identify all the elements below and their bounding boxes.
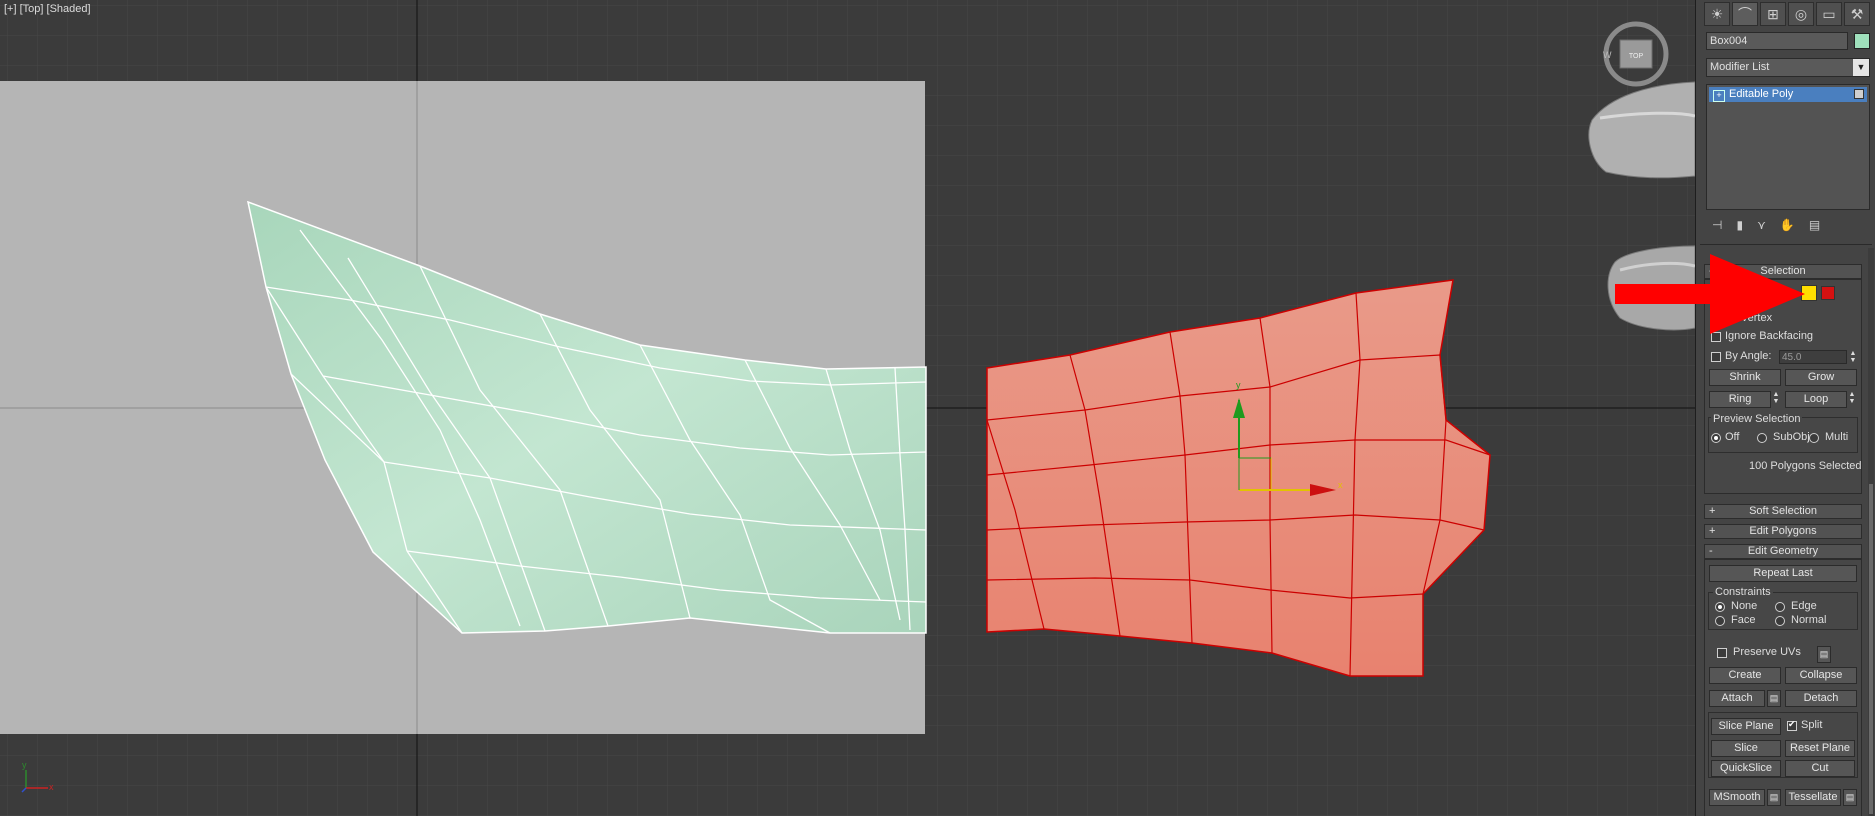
rollout-edit-geometry-header[interactable]: - Edit Geometry [1704,544,1862,559]
viewport-plus-menu[interactable]: [+] [4,3,17,15]
gizmo-x-label: x [1338,480,1343,490]
rollout-soft-selection-header[interactable]: + Soft Selection [1704,504,1862,519]
hierarchy-tab-icon[interactable]: ⊞ [1760,2,1786,26]
reset-plane-button[interactable]: Reset Plane [1785,740,1855,757]
svg-text:W: W [1603,50,1612,60]
rollout-edit-polygons-header[interactable]: + Edit Polygons [1704,524,1862,539]
split-checkbox[interactable] [1787,719,1797,731]
create-tab-icon[interactable]: ☀ [1704,2,1730,26]
stack-item-label: Editable Poly [1729,88,1794,100]
constraint-normal-label: Normal [1791,614,1827,626]
chevron-down-icon: ▼ [1853,59,1869,76]
edit-geometry-title: Edit Geometry [1747,545,1819,557]
viewport-label: [+] [Top] [Shaded] [4,3,91,15]
attach-button[interactable]: Attach [1709,690,1765,707]
create-button[interactable]: Create [1709,667,1781,684]
command-panel: ☀ ⌒ ⊞ ◎ ▭ ⚒ Box004 Modifier List ▼ + Edit… [1695,0,1875,816]
preview-off-radio[interactable] [1711,433,1721,443]
object-name-field[interactable]: Box004 [1706,32,1848,50]
expand-icon[interactable]: + [1713,90,1725,102]
viewport-view-menu[interactable]: [Top] [20,3,44,15]
preview-selection-title: Preview Selection [1711,413,1803,425]
modifier-list-label: Modifier List [1710,61,1770,73]
ring-button[interactable]: Ring [1709,391,1771,408]
gizmo-y-label: y [1236,380,1241,390]
angle-field[interactable]: 45.0 [1779,350,1847,364]
quickslice-button[interactable]: QuickSlice [1711,760,1781,777]
viewport-canvas[interactable]: y x TOP W y x [0,0,1695,816]
preview-subobj-label: SubObj [1773,431,1810,443]
tessellate-button[interactable]: Tessellate [1785,789,1841,806]
shrink-button[interactable]: Shrink [1709,369,1781,386]
collapse-button[interactable]: Collapse [1785,667,1857,684]
slice-plane-button[interactable]: Slice Plane [1711,718,1781,735]
edit-polygons-title: Edit Polygons [1749,525,1817,537]
panel-scrollbar[interactable] [1868,248,1874,816]
make-unique-icon[interactable]: ⋎ [1757,218,1766,236]
constraint-face-radio[interactable] [1715,616,1725,626]
preserve-uvs-settings-icon[interactable]: ▤ [1817,646,1831,663]
loop-spinner[interactable]: ▲ ▼ [1848,391,1856,406]
preview-off-label: Off [1725,431,1740,443]
rollout-edit-geometry: Repeat Last Constraints None Edge Face N… [1704,559,1862,816]
annotation-arrow-icon [1615,254,1805,334]
tessellate-settings-icon[interactable]: ▤ [1843,789,1857,806]
modifier-toggle-icon[interactable] [1854,89,1864,99]
preview-subobj-radio[interactable] [1757,433,1767,443]
constraint-none-radio[interactable] [1715,602,1725,612]
constraints-title: Constraints [1713,586,1773,598]
viewcube-label: TOP [1629,53,1644,60]
soft-selection-title: Soft Selection [1749,505,1817,517]
constraint-normal-radio[interactable] [1775,616,1785,626]
scrollbar-thumb[interactable] [1869,484,1873,814]
angle-spinner[interactable]: ▲ ▼ [1849,350,1857,365]
configure-sets-icon[interactable]: ▤ [1809,218,1820,236]
preserve-uvs-label: Preserve UVs [1733,646,1801,658]
split-label: Split [1801,719,1823,731]
by-angle-checkbox[interactable] [1711,352,1721,362]
constraint-face-label: Face [1731,614,1756,626]
msmooth-button[interactable]: MSmooth [1709,789,1765,806]
modify-tab-icon[interactable]: ⌒ [1732,2,1758,26]
utilities-tab-icon[interactable]: ⚒ [1844,2,1870,26]
command-tabs: ☀ ⌒ ⊞ ◎ ▭ ⚒ [1704,2,1870,26]
loop-button[interactable]: Loop [1785,391,1847,408]
viewport-top[interactable]: [+] [Top] [Shaded] y x TOP W y x [0,0,1695,816]
grow-button[interactable]: Grow [1785,369,1857,386]
display-tab-icon[interactable]: ▭ [1816,2,1842,26]
selection-status: 100 Polygons Selected [1749,460,1862,472]
show-end-result-icon[interactable]: ▮ [1736,218,1743,236]
slice-button[interactable]: Slice [1711,740,1781,757]
stack-item-editable-poly[interactable]: + Editable Poly [1709,87,1867,102]
by-angle-label: By Angle: [1725,350,1772,362]
preserve-uvs-checkbox[interactable] [1717,648,1727,658]
element-subobject-icon[interactable] [1821,286,1835,300]
detach-button[interactable]: Detach [1785,690,1857,707]
stack-tools: ⊣ ▮ ⋎ ✋ ▤ [1706,218,1870,236]
object-color-swatch[interactable] [1854,33,1870,49]
tripod-x-label: x [49,782,54,792]
cut-button[interactable]: Cut [1785,760,1855,777]
viewport-shading-menu[interactable]: [Shaded] [47,3,91,15]
pin-stack-icon[interactable]: ⊣ [1712,218,1722,236]
attach-list-icon[interactable]: ▤ [1767,690,1781,707]
remove-modifier-icon[interactable]: ✋ [1780,218,1795,236]
repeat-last-button[interactable]: Repeat Last [1709,565,1857,582]
motion-tab-icon[interactable]: ◎ [1788,2,1814,26]
modifier-list-dropdown[interactable]: Modifier List ▼ [1706,58,1870,77]
preview-multi-label: Multi [1825,431,1849,443]
preview-multi-radio[interactable] [1809,433,1819,443]
constraint-edge-radio[interactable] [1775,602,1785,612]
msmooth-settings-icon[interactable]: ▤ [1767,789,1781,806]
constraint-none-label: None [1731,600,1758,612]
constraint-edge-label: Edge [1791,600,1817,612]
ring-spinner[interactable]: ▲ ▼ [1772,391,1780,406]
tripod-y-label: y [22,760,27,770]
modifier-stack[interactable]: + Editable Poly [1706,84,1870,210]
